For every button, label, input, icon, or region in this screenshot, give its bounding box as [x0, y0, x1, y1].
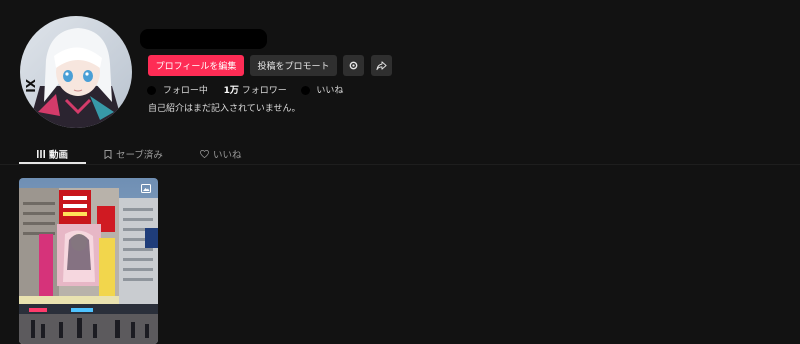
following-count-redacted	[147, 86, 156, 95]
svg-text:XI: XI	[23, 79, 37, 93]
tab-saved[interactable]: セーブ済み	[104, 145, 163, 163]
profile-stats: フォロー中 1万 フォロワー いいね	[147, 83, 343, 96]
image-icon	[141, 184, 151, 193]
avatar[interactable]: XI	[20, 16, 132, 128]
username-redacted	[140, 29, 267, 49]
tab-divider	[0, 164, 800, 165]
video-card[interactable]	[19, 178, 158, 344]
tab-liked-label: いいね	[213, 150, 242, 161]
tab-saved-label: セーブ済み	[116, 150, 163, 161]
edit-profile-label: プロフィールを編集	[155, 62, 237, 72]
tab-videos-label: 動画	[49, 150, 69, 161]
bio-text: 自己紹介はまだ記入されていません。	[148, 104, 301, 114]
settings-button[interactable]	[343, 55, 364, 76]
promote-post-button[interactable]: 投稿をプロモート	[250, 55, 337, 76]
video-thumbnail	[19, 178, 158, 344]
promote-post-label: 投稿をプロモート	[257, 62, 330, 72]
heart-outline-icon	[200, 150, 209, 158]
tab-liked[interactable]: いいね	[200, 145, 242, 163]
tab-videos[interactable]: 動画	[37, 145, 68, 163]
followers-count: 1万	[223, 86, 239, 96]
bookmark-icon	[104, 149, 112, 159]
likes-label: いいね	[316, 86, 344, 96]
share-button[interactable]	[371, 55, 392, 76]
avatar-illustration: XI	[20, 16, 132, 128]
following-label: フォロー中	[162, 86, 208, 96]
gear-icon	[349, 61, 358, 70]
likes-count-redacted	[300, 86, 310, 95]
edit-profile-button[interactable]: プロフィールを編集	[148, 55, 244, 76]
grid-icon	[37, 150, 45, 158]
followers-label: フォロワー	[241, 86, 287, 96]
share-arrow-icon	[376, 61, 387, 71]
